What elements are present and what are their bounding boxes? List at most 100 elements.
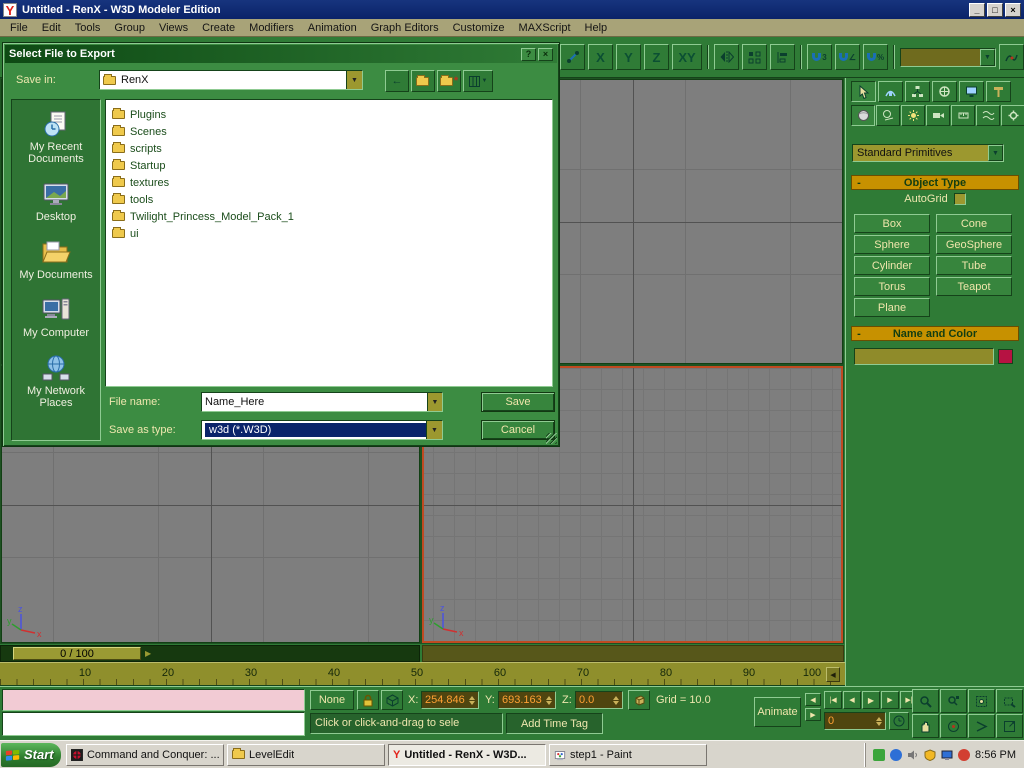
select-and-link-icon[interactable] bbox=[560, 44, 585, 70]
tray-alert-icon[interactable] bbox=[958, 749, 970, 761]
object-color-swatch[interactable] bbox=[998, 349, 1013, 364]
menu-animation[interactable]: Animation bbox=[301, 20, 364, 36]
menu-maxscript[interactable]: MAXScript bbox=[512, 20, 578, 36]
y-coordinate-field[interactable]: 693.163 bbox=[498, 691, 556, 709]
transform-cube-icon[interactable] bbox=[628, 690, 650, 710]
utilities-tab-icon[interactable] bbox=[986, 81, 1011, 102]
systems-category-icon[interactable] bbox=[1001, 105, 1024, 126]
cancel-button[interactable]: Cancel bbox=[481, 420, 555, 440]
previous-key-button[interactable]: ◀ bbox=[805, 693, 821, 706]
maxscript-mini-listener-pink[interactable] bbox=[2, 689, 305, 711]
restrict-plane-button[interactable]: XY bbox=[672, 44, 702, 70]
previous-frame-button[interactable]: ◀ bbox=[843, 691, 861, 709]
box-button[interactable]: Box bbox=[854, 214, 930, 233]
mirror-icon[interactable] bbox=[714, 44, 739, 70]
next-frame-button[interactable]: ▶ bbox=[881, 691, 899, 709]
file-name-input[interactable] bbox=[202, 393, 427, 411]
save-button[interactable]: Save bbox=[481, 392, 555, 412]
menu-file[interactable]: File bbox=[3, 20, 35, 36]
place-desktop[interactable]: Desktop bbox=[13, 180, 99, 223]
cylinder-button[interactable]: Cylinder bbox=[854, 256, 930, 275]
cone-button[interactable]: Cone bbox=[936, 214, 1012, 233]
maximize-button[interactable]: □ bbox=[987, 3, 1003, 17]
restrict-y-button[interactable]: Y bbox=[616, 44, 641, 70]
dialog-resize-grip[interactable] bbox=[546, 433, 557, 444]
up-one-level-icon[interactable]: ↑ bbox=[411, 70, 435, 92]
percent-snap-icon[interactable]: % bbox=[863, 44, 888, 70]
spinner-icon[interactable] bbox=[546, 696, 552, 705]
menu-graph-editors[interactable]: Graph Editors bbox=[364, 20, 446, 36]
taskbar-item-command-and-conquer[interactable]: Command and Conquer: ... bbox=[66, 744, 224, 766]
object-type-rollout-header[interactable]: - Object Type bbox=[851, 175, 1019, 190]
add-time-tag-button[interactable]: Add Time Tag bbox=[506, 713, 603, 734]
named-selection-sets-dropdown[interactable]: ▼ bbox=[900, 48, 996, 67]
tray-volume-icon[interactable] bbox=[907, 749, 919, 761]
create-new-folder-icon[interactable]: * bbox=[437, 70, 461, 92]
menu-views[interactable]: Views bbox=[152, 20, 195, 36]
lights-category-icon[interactable] bbox=[901, 105, 925, 126]
minimize-button[interactable]: _ bbox=[969, 3, 985, 17]
menu-customize[interactable]: Customize bbox=[446, 20, 512, 36]
hierarchy-tab-icon[interactable] bbox=[905, 81, 930, 102]
folder-row[interactable]: Plugins bbox=[112, 106, 552, 123]
time-configuration-icon[interactable] bbox=[889, 712, 909, 730]
z-coordinate-field[interactable]: 0.0 bbox=[575, 691, 623, 709]
next-key-button[interactable]: ▶ bbox=[805, 708, 821, 721]
geosphere-button[interactable]: GeoSphere bbox=[936, 235, 1012, 254]
save-in-dropdown[interactable]: RenX ▼ bbox=[99, 70, 363, 90]
place-network-places[interactable]: My Network Places bbox=[13, 354, 99, 409]
close-button[interactable]: × bbox=[1005, 3, 1021, 17]
ruler-scroll-left-icon[interactable]: ◀ bbox=[826, 667, 840, 682]
teapot-button[interactable]: Teapot bbox=[936, 277, 1012, 296]
next-key-nub-icon[interactable]: ▶ bbox=[145, 649, 151, 658]
display-tab-icon[interactable] bbox=[959, 81, 984, 102]
torus-button[interactable]: Torus bbox=[854, 277, 930, 296]
autogrid-checkbox[interactable] bbox=[954, 193, 966, 205]
plane-button[interactable]: Plane bbox=[854, 298, 930, 317]
place-my-documents[interactable]: My Documents bbox=[13, 238, 99, 281]
folder-row[interactable]: Scenes bbox=[112, 123, 552, 140]
tube-button[interactable]: Tube bbox=[936, 256, 1012, 275]
file-name-combo[interactable]: ▼ bbox=[201, 392, 443, 412]
go-to-start-button[interactable]: |◀ bbox=[824, 691, 842, 709]
taskbar-item-leveledit[interactable]: LevelEdit bbox=[227, 744, 385, 766]
tray-display-icon[interactable] bbox=[941, 749, 953, 761]
menu-group[interactable]: Group bbox=[107, 20, 152, 36]
shapes-category-icon[interactable] bbox=[876, 105, 900, 126]
chevron-down-icon[interactable]: ▼ bbox=[980, 49, 995, 66]
min-max-toggle-icon[interactable] bbox=[996, 714, 1023, 738]
tray-network-icon[interactable] bbox=[890, 749, 902, 761]
primitive-category-dropdown[interactable]: Standard Primitives ▼ bbox=[852, 144, 1004, 162]
menu-help[interactable]: Help bbox=[578, 20, 615, 36]
chevron-down-icon[interactable]: ▼ bbox=[426, 421, 442, 439]
absolute-offset-mode-icon[interactable] bbox=[381, 690, 403, 710]
folder-row[interactable]: scripts bbox=[112, 140, 552, 157]
save-as-type-dropdown[interactable]: w3d (*.W3D) ▼ bbox=[201, 420, 443, 440]
menu-modifiers[interactable]: Modifiers bbox=[242, 20, 301, 36]
start-button[interactable]: Start bbox=[1, 743, 61, 767]
helpers-category-icon[interactable] bbox=[951, 105, 975, 126]
restrict-x-button[interactable]: X bbox=[588, 44, 613, 70]
spinner-icon[interactable] bbox=[613, 696, 619, 705]
named-selection-button[interactable]: None bbox=[310, 690, 354, 710]
menu-edit[interactable]: Edit bbox=[35, 20, 68, 36]
view-menu-icon[interactable]: ▼ bbox=[463, 70, 493, 92]
dialog-help-icon[interactable]: ? bbox=[521, 48, 536, 61]
zoom-all-icon[interactable] bbox=[940, 689, 967, 713]
array-icon[interactable] bbox=[742, 44, 767, 70]
folder-row[interactable]: textures bbox=[112, 174, 552, 191]
selection-lock-icon[interactable] bbox=[357, 690, 379, 710]
tray-shield-icon[interactable] bbox=[924, 749, 936, 761]
place-my-computer[interactable]: My Computer bbox=[13, 296, 99, 339]
pan-icon[interactable] bbox=[912, 714, 939, 738]
cameras-category-icon[interactable] bbox=[926, 105, 950, 126]
maxscript-mini-listener-white[interactable] bbox=[2, 712, 305, 736]
track-view-icon[interactable] bbox=[999, 44, 1024, 70]
zoom-region-icon[interactable] bbox=[996, 689, 1023, 713]
snap-toggle-icon[interactable]: 3 bbox=[807, 44, 832, 70]
angle-snap-icon[interactable]: ∠ bbox=[835, 44, 860, 70]
animate-button[interactable]: Animate bbox=[754, 697, 801, 727]
dialog-close-icon[interactable]: × bbox=[538, 48, 553, 61]
menu-tools[interactable]: Tools bbox=[68, 20, 108, 36]
chevron-down-icon[interactable]: ▼ bbox=[346, 71, 362, 89]
